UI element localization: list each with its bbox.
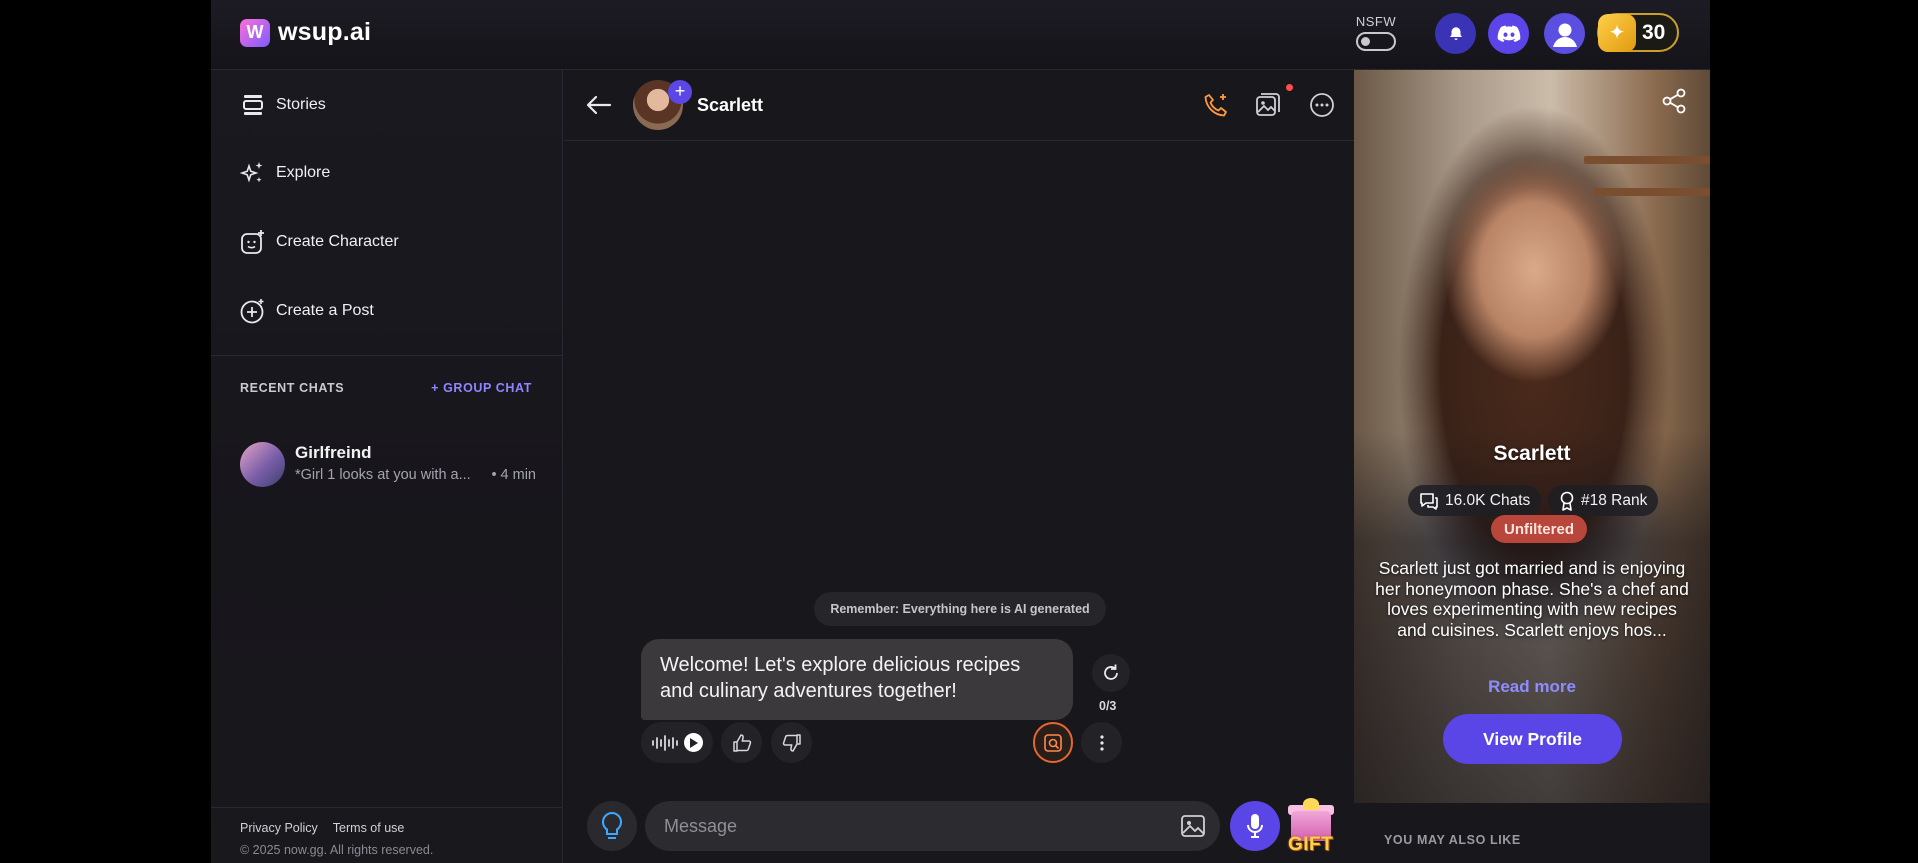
gallery-notification-dot <box>1286 84 1293 91</box>
gallery-icon <box>1256 93 1280 116</box>
play-icon <box>684 733 703 752</box>
chat-bubbles-icon <box>1420 492 1438 510</box>
logo-mark-icon: W <box>240 18 270 47</box>
you-may-also-like-heading: YOU MAY ALSO LIKE <box>1384 833 1521 847</box>
character-name: Scarlett <box>697 95 764 115</box>
gallery-button[interactable] <box>1253 90 1283 120</box>
character-profile-panel: Scarlett 16.0K Chats #18 Rank Unfiltered… <box>1354 70 1710 803</box>
back-arrow-icon[interactable] <box>584 90 614 120</box>
profile-name: Scarlett <box>1493 442 1571 465</box>
sidebar-item-label: Stories <box>276 96 326 113</box>
message-composer: GIFT <box>564 797 1354 863</box>
image-generate-icon <box>1044 733 1062 752</box>
profile-description: Scarlett just got married and is enjoyin… <box>1375 558 1689 640</box>
regenerate-count: 0/3 <box>1099 699 1117 713</box>
stories-icon <box>243 95 263 115</box>
rank-value: #18 Rank <box>1581 491 1648 509</box>
ai-notice: Remember: Everything here is AI generate… <box>814 592 1106 626</box>
nsfw-toggle[interactable] <box>1356 32 1396 51</box>
notifications-button[interactable] <box>1435 13 1476 54</box>
regenerate-icon <box>1104 664 1118 680</box>
chat-header: + Scarlett <box>564 70 1354 141</box>
sidebar-divider <box>211 355 563 356</box>
image-attach-icon[interactable] <box>1180 814 1206 838</box>
suggestions-button[interactable] <box>587 801 637 851</box>
bell-icon <box>1449 26 1462 40</box>
phone-icon <box>1204 94 1227 117</box>
thumbs-down-button[interactable] <box>771 722 812 763</box>
thumbs-up-icon <box>732 733 751 752</box>
rank-badge: #18 Rank <box>1548 485 1659 516</box>
recent-chats-heading: RECENT CHATS <box>240 381 345 395</box>
sidebar-item-create-character[interactable]: Create Character <box>240 229 399 255</box>
message-options-button[interactable] <box>1081 722 1122 763</box>
coin-count: 30 <box>1642 20 1666 44</box>
chats-count: 16.0K Chats <box>1445 491 1531 509</box>
star-icon: ✦ <box>1598 13 1636 52</box>
unfiltered-tag: Unfiltered <box>1491 515 1587 543</box>
sidebar-item-label: Explore <box>276 164 331 181</box>
award-icon <box>1560 491 1574 511</box>
share-icon[interactable] <box>1660 87 1688 115</box>
more-options-icon <box>1310 93 1334 117</box>
recent-chat-avatar <box>240 442 285 487</box>
waveform-icon <box>652 734 678 751</box>
sidebar: Stories Explore Create Character Create … <box>211 70 563 863</box>
recent-chat-snippet: *Girl 1 looks at you with a... <box>295 467 471 483</box>
top-bar: W wsup.ai NSFW ✦ 30 <box>211 0 1710 70</box>
app-window: W wsup.ai NSFW ✦ 30 Stories Explore Crea… <box>211 0 1710 863</box>
voice-input-button[interactable] <box>1230 801 1280 851</box>
chats-count-badge: 16.0K Chats <box>1408 485 1542 516</box>
add-character-button[interactable]: + <box>668 80 692 104</box>
discord-icon <box>1497 25 1520 42</box>
nsfw-switch[interactable]: NSFW <box>1354 14 1398 51</box>
copyright: © 2025 now.gg. All rights reserved. <box>240 843 434 857</box>
thumbs-up-button[interactable] <box>721 722 762 763</box>
microphone-icon <box>1247 814 1263 838</box>
user-icon <box>1552 23 1577 47</box>
create-character-icon <box>241 230 264 254</box>
sidebar-item-label: Create Character <box>276 233 399 250</box>
group-chat-button[interactable]: + GROUP CHAT <box>431 381 532 395</box>
chat-options-button[interactable] <box>1307 90 1337 120</box>
sidebar-item-label: Create a Post <box>276 302 374 319</box>
generate-image-button[interactable] <box>1033 722 1073 763</box>
chat-panel: + Scarlett Remember: Everything here is … <box>564 70 1354 863</box>
footer-links: Privacy Policy Terms of use <box>240 821 404 835</box>
message-bubble: Welcome! Let's explore delicious recipes… <box>641 639 1073 720</box>
footer-divider <box>211 807 563 808</box>
recent-chat-item[interactable]: Girlfreind *Girl 1 looks at you with a..… <box>240 442 536 488</box>
kitchen-shelf <box>1584 156 1710 164</box>
terms-of-use-link[interactable]: Terms of use <box>333 821 405 835</box>
recent-chat-name: Girlfreind <box>295 443 372 462</box>
nsfw-label: NSFW <box>1355 14 1397 29</box>
lightbulb-icon <box>601 811 623 839</box>
read-more-link[interactable]: Read more <box>1354 677 1710 697</box>
user-avatar-button[interactable] <box>1544 13 1585 54</box>
coin-balance-button[interactable]: ✦ 30 <box>1597 13 1679 52</box>
sidebar-item-explore[interactable]: Explore <box>240 160 330 186</box>
thumbs-down-icon <box>782 733 801 752</box>
vertical-dots-icon <box>1099 734 1104 751</box>
gift-label: GIFT <box>1288 834 1334 855</box>
view-profile-button[interactable]: View Profile <box>1443 714 1622 764</box>
gift-bow-shape <box>1303 798 1319 810</box>
logo[interactable]: W wsup.ai <box>240 18 371 47</box>
sparkles-icon <box>240 162 263 183</box>
plus-circle-icon <box>240 299 264 324</box>
privacy-policy-link[interactable]: Privacy Policy <box>240 821 318 835</box>
gift-button[interactable]: GIFT <box>1286 797 1336 855</box>
sidebar-item-stories[interactable]: Stories <box>240 92 326 118</box>
brand-name: wsup.ai <box>278 18 372 46</box>
kitchen-shelf <box>1594 188 1710 196</box>
sidebar-item-create-post[interactable]: Create a Post <box>240 298 374 324</box>
message-input[interactable] <box>645 801 1220 851</box>
recent-chat-time: • 4 min <box>491 467 536 483</box>
voice-call-button[interactable] <box>1201 90 1231 120</box>
play-audio-button[interactable] <box>641 722 713 763</box>
discord-button[interactable] <box>1488 13 1529 54</box>
regenerate-button[interactable] <box>1092 654 1130 692</box>
